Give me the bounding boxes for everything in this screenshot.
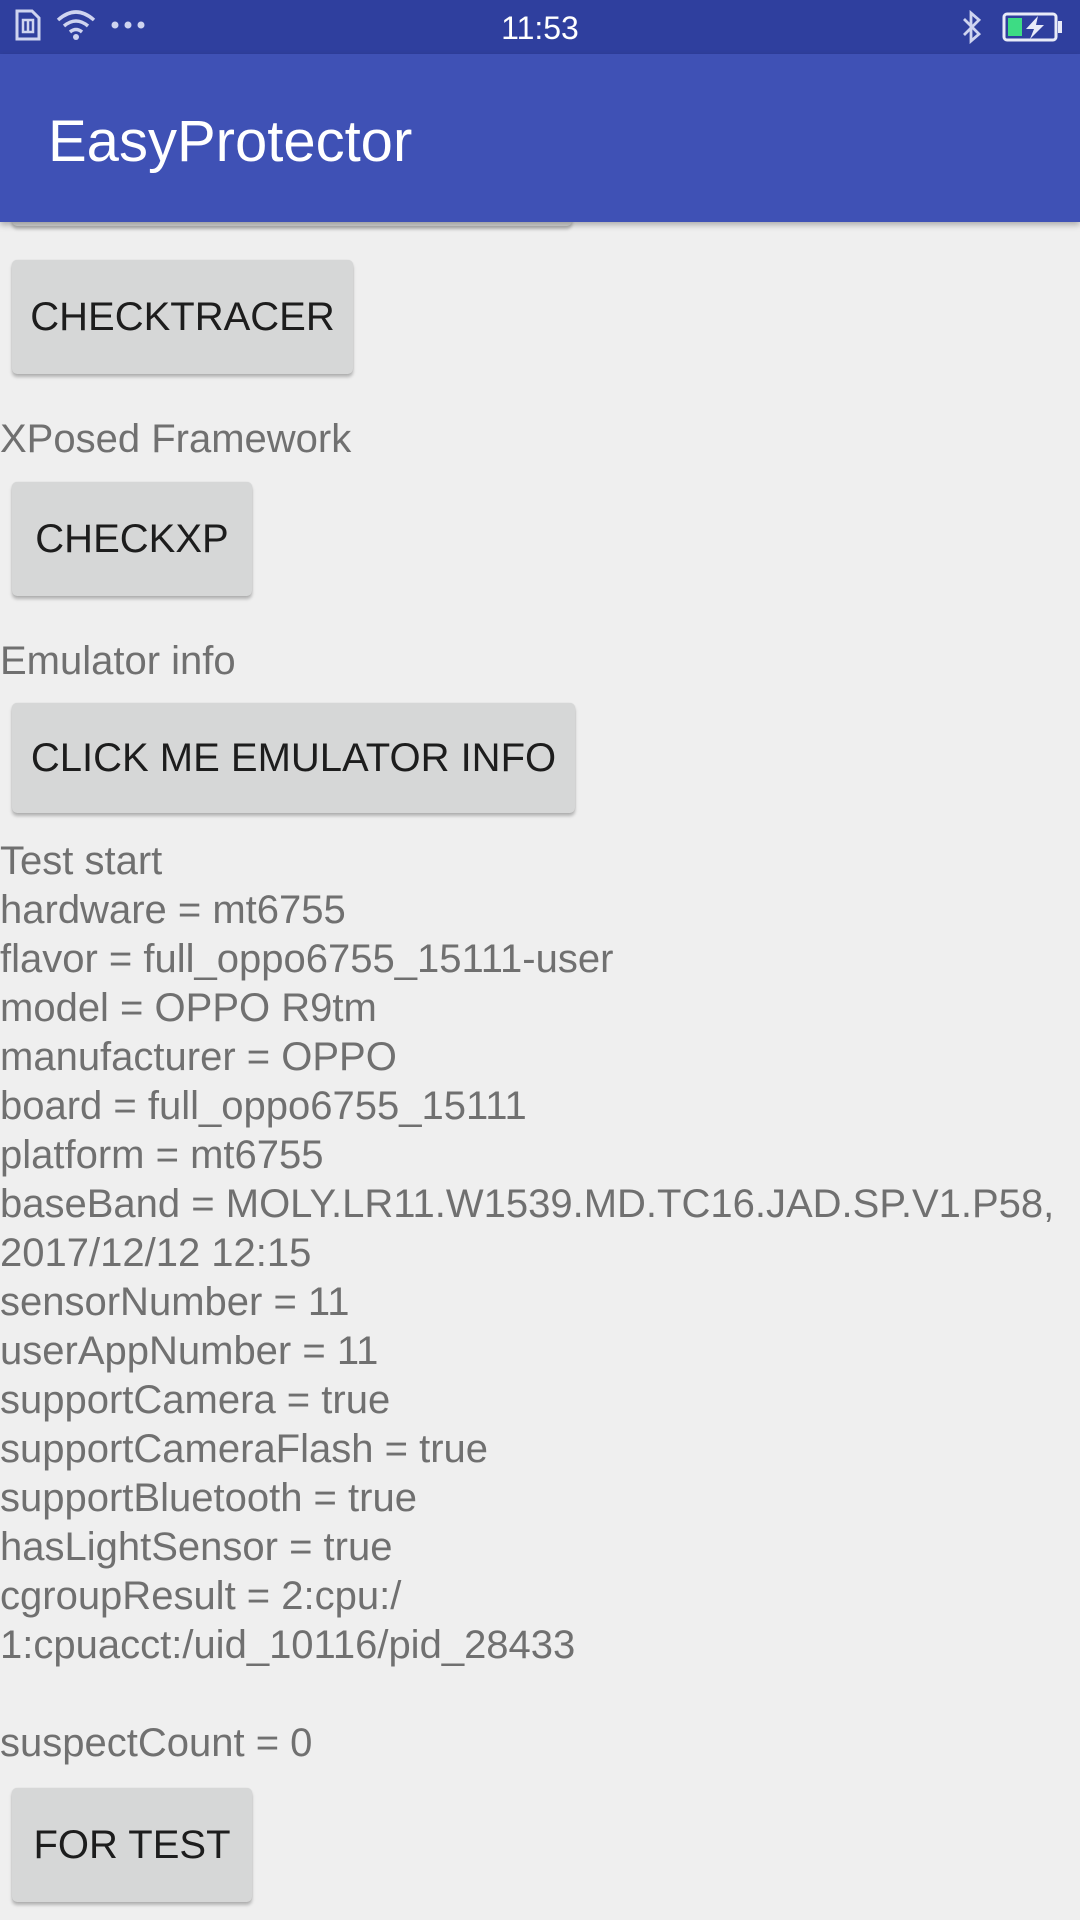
test-log: Test start hardware = mt6755 flavor = fu… (0, 837, 1070, 1768)
emulator-info-button[interactable]: CLICK ME EMULATOR INFO (12, 703, 575, 813)
check-tracer-button[interactable]: CHECKTRACER (12, 260, 353, 374)
log-line: userAppNumber = 11 (0, 1329, 379, 1373)
app-title: EasyProtector (48, 109, 413, 174)
status-time: 11:53 (501, 10, 579, 46)
log-line: model = OPPO R9tm (0, 986, 377, 1030)
log-line: flavor = full_oppo6755_15111-user (0, 937, 614, 981)
scroll-content[interactable]: CHECKTRACER XPosed Framework CHECKXP Emu… (0, 222, 1080, 1920)
log-line: suspectCount = 0 (0, 1721, 313, 1765)
status-right-icons (960, 9, 1064, 49)
check-xp-button[interactable]: CHECKXP (12, 482, 252, 596)
log-line: cgroupResult = 2:cpu:/ (0, 1574, 402, 1618)
log-line: sensorNumber = 11 (0, 1280, 350, 1324)
status-bar: 11:53 (0, 0, 1080, 54)
log-line: supportCameraFlash = true (0, 1427, 489, 1471)
emulator-label: Emulator info (0, 639, 236, 683)
log-line: supportCamera = true (0, 1378, 391, 1422)
previous-button-partial[interactable] (12, 222, 572, 226)
for-test-button[interactable]: FOR TEST (12, 1788, 252, 1902)
log-line: supportBluetooth = true (0, 1476, 417, 1520)
log-line: hasLightSensor = true (0, 1525, 393, 1569)
log-line: 1:cpuacct:/uid_10116/pid_28433 (0, 1623, 576, 1667)
bluetooth-icon (960, 9, 984, 49)
log-line: hardware = mt6755 (0, 888, 346, 932)
log-line: board = full_oppo6755_15111 (0, 1084, 527, 1128)
log-line: baseBand = MOLY.LR11.W1539.MD.TC16.JAD.S… (0, 1182, 1055, 1226)
log-line: Test start (0, 839, 163, 883)
log-blank-line (0, 1670, 1070, 1719)
xposed-label: XPosed Framework (0, 417, 352, 461)
log-line: manufacturer = OPPO (0, 1035, 397, 1079)
log-line: platform = mt6755 (0, 1133, 324, 1177)
log-line: 2017/12/12 12:15 (0, 1231, 312, 1275)
battery-charging-icon (1002, 12, 1064, 47)
app-bar: EasyProtector (0, 54, 1080, 222)
